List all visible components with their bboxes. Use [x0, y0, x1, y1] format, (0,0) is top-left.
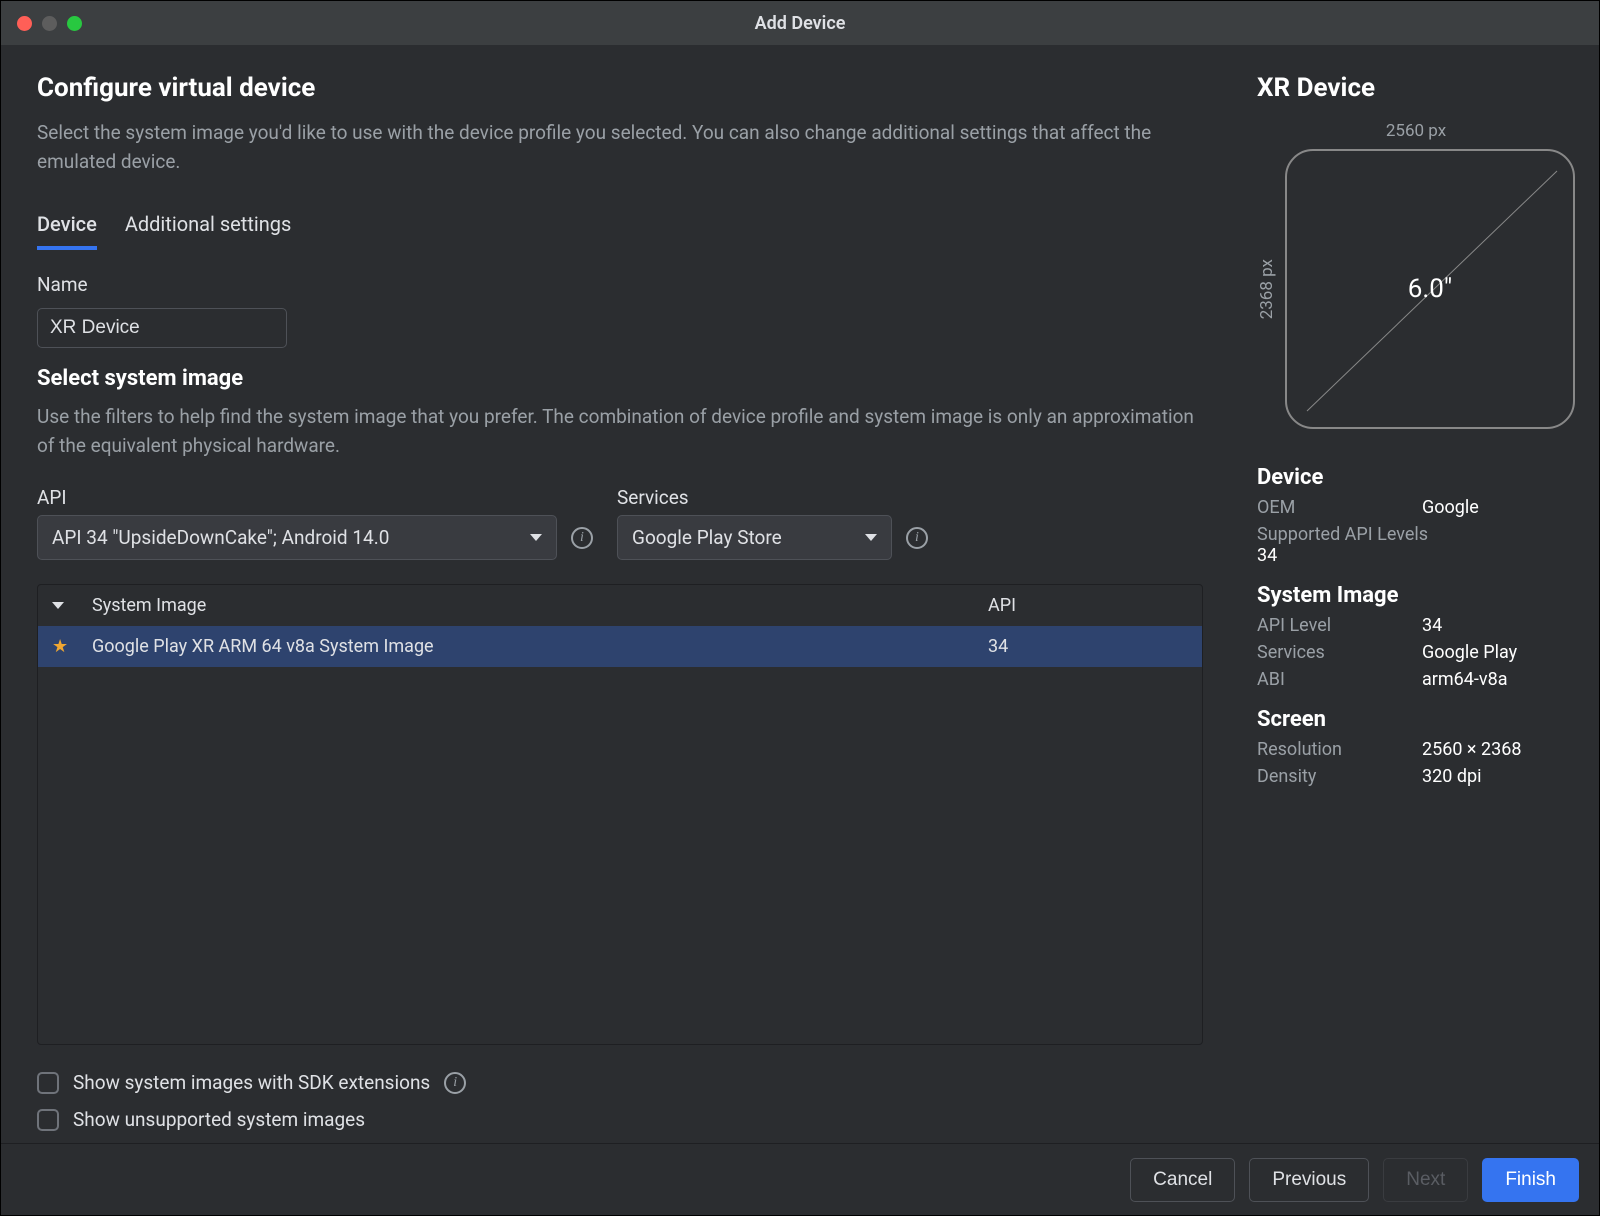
system-image-table: System Image API ★ Google Play XR ARM 64… [37, 584, 1203, 1045]
chevron-down-icon [52, 602, 64, 609]
select-image-hint: Use the filters to help find the system … [37, 403, 1203, 460]
filters-row: API API 34 "UpsideDownCake"; Android 14.… [37, 476, 1203, 560]
show-unsupported-row: Show unsupported system images [37, 1108, 1203, 1131]
minimize-icon[interactable] [42, 16, 57, 31]
diagonal-label: 6.0" [1408, 274, 1452, 304]
info-icon[interactable]: i [906, 527, 928, 549]
api-filter-select[interactable]: API 34 "UpsideDownCake"; Android 14.0 [37, 515, 557, 560]
api-level-key: API Level [1257, 615, 1422, 636]
chevron-down-icon [865, 534, 877, 541]
density-value: 320 dpi [1422, 766, 1481, 787]
preview-height-label: 2368 px [1257, 259, 1277, 319]
api-filter-label: API [37, 486, 593, 509]
supported-api-key: Supported API Levels [1257, 524, 1575, 545]
preview-width-label: 2560 px [1386, 121, 1446, 141]
show-sdk-extensions-label: Show system images with SDK extensions [73, 1071, 430, 1094]
api-filter-value: API 34 "UpsideDownCake"; Android 14.0 [52, 526, 389, 549]
tab-additional-settings[interactable]: Additional settings [125, 206, 292, 250]
abi-value: arm64-v8a [1422, 669, 1508, 690]
cancel-button[interactable]: Cancel [1130, 1158, 1235, 1202]
finish-button[interactable]: Finish [1482, 1158, 1579, 1202]
page-subtitle: Select the system image you'd like to us… [37, 119, 1203, 176]
services-filter-select[interactable]: Google Play Store [617, 515, 892, 560]
checkbox-group: Show system images with SDK extensions i… [37, 1071, 1203, 1131]
show-unsupported-checkbox[interactable] [37, 1109, 59, 1131]
oem-value: Google [1422, 497, 1479, 518]
star-icon: ★ [52, 636, 68, 657]
side-panel: XR Device 2560 px 2368 px 6.0" Device OE… [1239, 45, 1599, 1143]
row-name: Google Play XR ARM 64 v8a System Image [92, 636, 988, 657]
show-sdk-extensions-checkbox[interactable] [37, 1072, 59, 1094]
table-header: System Image API [38, 585, 1202, 626]
show-sdk-extensions-row: Show system images with SDK extensions i [37, 1071, 1203, 1094]
services-value: Google Play [1422, 642, 1517, 663]
system-image-section-heading: System Image [1257, 583, 1575, 608]
expand-column[interactable] [52, 602, 92, 609]
screen-section-heading: Screen [1257, 707, 1575, 732]
resolution-key: Resolution [1257, 739, 1422, 760]
oem-key: OEM [1257, 497, 1422, 518]
window-title: Add Device [755, 13, 846, 34]
chevron-down-icon [530, 534, 542, 541]
column-api[interactable]: API [988, 595, 1188, 616]
name-input[interactable] [37, 308, 287, 348]
tabs: Device Additional settings [37, 206, 1203, 251]
info-icon[interactable]: i [444, 1072, 466, 1094]
select-image-heading: Select system image [37, 366, 1203, 391]
device-preview: 2560 px 2368 px 6.0" [1257, 121, 1575, 429]
api-level-value: 34 [1422, 615, 1442, 636]
services-filter-label: Services [617, 486, 928, 509]
next-button: Next [1383, 1158, 1468, 1202]
tab-device[interactable]: Device [37, 206, 97, 250]
info-icon[interactable]: i [571, 527, 593, 549]
show-unsupported-label: Show unsupported system images [73, 1108, 365, 1131]
main-panel: Configure virtual device Select the syst… [1, 45, 1239, 1143]
resolution-value: 2560 × 2368 [1422, 739, 1521, 760]
row-api: 34 [988, 636, 1188, 657]
density-key: Density [1257, 766, 1422, 787]
traffic-lights [17, 16, 82, 31]
add-device-window: Add Device Configure virtual device Sele… [0, 0, 1600, 1216]
abi-key: ABI [1257, 669, 1422, 690]
footer: Cancel Previous Next Finish [1, 1143, 1599, 1215]
table-row[interactable]: ★ Google Play XR ARM 64 v8a System Image… [38, 626, 1202, 667]
page-title: Configure virtual device [37, 73, 1203, 103]
screen-outline: 6.0" [1285, 149, 1575, 429]
previous-button[interactable]: Previous [1249, 1158, 1369, 1202]
side-title: XR Device [1257, 73, 1575, 103]
device-section-heading: Device [1257, 465, 1575, 490]
close-icon[interactable] [17, 16, 32, 31]
services-key: Services [1257, 642, 1422, 663]
maximize-icon[interactable] [67, 16, 82, 31]
titlebar: Add Device [1, 1, 1599, 45]
column-system-image[interactable]: System Image [92, 595, 988, 616]
services-filter-value: Google Play Store [632, 526, 782, 549]
supported-api-value: 34 [1257, 545, 1575, 566]
name-label: Name [37, 273, 1203, 296]
